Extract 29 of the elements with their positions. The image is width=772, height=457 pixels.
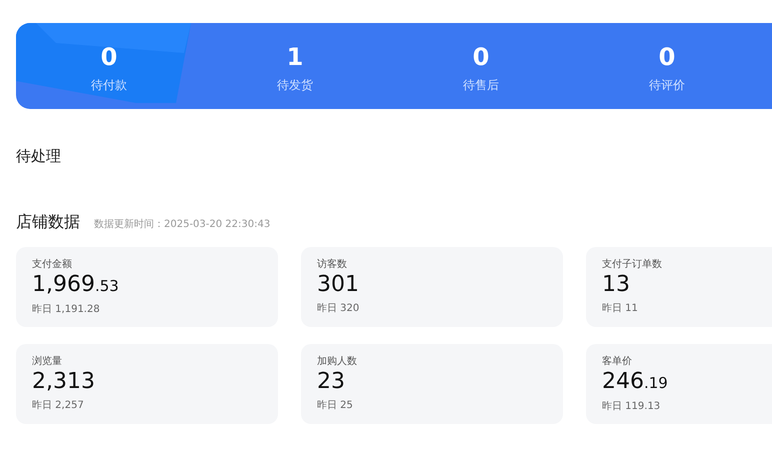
metric-value: 13	[602, 271, 631, 299]
metric-value: 1,969.53	[32, 271, 120, 299]
order-status-label[interactable]: 待售后	[463, 77, 499, 94]
section-title: 店铺数据	[16, 212, 80, 233]
metric-value: 2,313	[32, 368, 96, 396]
metric-value: 23	[317, 368, 346, 396]
order-count: 0	[100, 43, 118, 71]
yesterday-value: 昨日 320	[317, 302, 360, 315]
metric-label: 加购人数	[317, 354, 358, 368]
yesterday-value: 昨日 2,257	[32, 399, 85, 412]
yesterday-value: 昨日 119.13	[602, 400, 662, 413]
yesterday-value: 昨日 25	[317, 399, 354, 412]
yesterday-value: 昨日 1,191.28	[32, 303, 101, 316]
order-status-label[interactable]: 待付款	[91, 77, 127, 94]
order-status-label[interactable]: 待评价	[649, 77, 685, 94]
metric-label: 支付子订单数	[602, 258, 663, 271]
metric-label: 浏览量	[32, 354, 63, 368]
metric-label: 访客数	[317, 258, 348, 271]
order-count: 0	[472, 43, 490, 71]
order-count: 0	[658, 43, 676, 71]
order-status-label[interactable]: 待发货	[277, 77, 313, 94]
metric-label: 客单价	[602, 354, 633, 368]
yesterday-value: 昨日 11	[602, 302, 639, 315]
order-count: 1	[286, 43, 304, 71]
section-title: 待处理	[16, 147, 62, 166]
metric-value: 301	[317, 271, 360, 299]
metric-label: 支付金额	[32, 258, 73, 271]
update-time: 数据更新时间：2025-03-20 22:30:43	[94, 218, 270, 231]
metric-value: 246.19	[602, 368, 669, 396]
